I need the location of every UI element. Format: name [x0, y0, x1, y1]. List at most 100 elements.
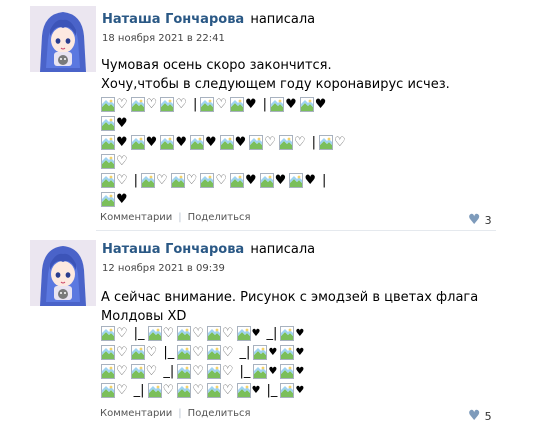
broken-image-icon — [141, 173, 156, 188]
like-button[interactable]: ♥ 5 — [468, 408, 492, 424]
action-verb: написала — [250, 242, 316, 257]
broken-image-icon — [206, 383, 221, 398]
white-heart-icon: ♡ — [116, 364, 128, 379]
white-heart-icon: ♡ — [145, 364, 158, 379]
broken-image-icon — [200, 97, 215, 112]
broken-image-icon — [101, 364, 115, 379]
broken-image-icon — [270, 97, 285, 112]
black-heart-icon: ♥ — [204, 135, 217, 150]
post-text: Чумовая осень скоро закончится. Хочу,что… — [101, 56, 450, 94]
share-link[interactable]: Поделиться — [188, 212, 251, 223]
broken-image-icon — [253, 345, 268, 360]
broken-image-icon — [280, 326, 295, 341]
white-heart-icon: ♡ — [116, 97, 128, 112]
white-heart-icon: ♡ — [145, 97, 158, 112]
post-date[interactable]: 18 ноября 2021 в 22:41 — [102, 33, 225, 44]
post-text-line: Чумовая осень скоро закончится. — [101, 58, 332, 73]
broken-image-icon — [318, 135, 333, 150]
broken-image-icon — [280, 383, 295, 398]
broken-image-icon — [230, 97, 245, 112]
like-button[interactable]: ♥ 3 — [468, 212, 492, 228]
broken-image-icon — [147, 326, 162, 341]
avatar-image — [30, 240, 96, 306]
broken-image-icon — [101, 345, 115, 360]
avatar[interactable] — [30, 240, 96, 306]
broken-image-icon — [206, 364, 221, 379]
broken-image-icon — [130, 364, 145, 379]
broken-image-icon — [101, 173, 115, 188]
black-heart-icon: ♥ — [175, 135, 187, 150]
broken-image-icon — [299, 97, 314, 112]
black-heart-icon: ♥ — [251, 385, 261, 396]
author-link[interactable]: Наташа Гончарова — [102, 12, 244, 27]
white-heart-icon: ♡ — [116, 383, 128, 398]
like-count: 5 — [484, 410, 492, 423]
broken-image-icon — [278, 135, 293, 150]
white-heart-icon: ♡ — [221, 364, 234, 379]
broken-image-icon — [101, 326, 115, 341]
broken-image-icon — [101, 383, 115, 398]
white-heart-icon: ♡ — [192, 326, 204, 341]
broken-image-icon — [280, 345, 295, 360]
post-text-line: Хочу,чтобы в следующем году коронавирус … — [101, 77, 450, 92]
author-link[interactable]: Наташа Гончарова — [102, 242, 244, 257]
white-heart-icon: ♡ — [333, 135, 346, 150]
broken-image-icon — [236, 326, 251, 341]
emoji-row: ♡ ♡ ♡ | ♡ ♥ | ♥ ♥ — [101, 95, 349, 114]
broken-image-icon — [206, 326, 221, 341]
separator-glyph: |_ — [133, 326, 145, 341]
post-date[interactable]: 12 ноября 2021 в 09:39 — [102, 263, 225, 274]
white-heart-icon: ♡ — [116, 345, 128, 360]
post-footer: Комментарии | Поделиться — [100, 212, 251, 223]
broken-image-icon — [130, 135, 145, 150]
black-heart-icon: ♥ — [251, 328, 261, 339]
like-heart-icon: ♥ — [468, 408, 481, 424]
white-heart-icon: ♡ — [175, 97, 187, 112]
black-heart-icon: ♥ — [295, 366, 305, 377]
black-heart-icon: ♥ — [274, 173, 287, 188]
black-heart-icon: ♥ — [234, 135, 247, 150]
broken-image-icon — [147, 383, 162, 398]
black-heart-icon: ♥ — [116, 135, 128, 150]
emoji-row: ♡ _| ♡ ♡ ♡ ♥ |_ ♥ — [101, 381, 307, 400]
white-heart-icon: ♡ — [116, 154, 128, 169]
broken-image-icon — [101, 135, 115, 150]
white-heart-icon: ♡ — [192, 383, 204, 398]
emoji-block: ♡ |_ ♡ ♡ ♡ ♥ _| ♥ ♡ ♡ |_ ♡ ♡ _| ♥ ♥ ♡ ♡ _| ♡ ♡ |_ ♥ ♥ ♡ _| ♡ ♡ ♡ ♥ |_ ♥ — [101, 324, 307, 400]
separator-glyph: _| — [163, 364, 175, 379]
avatar[interactable] — [30, 6, 96, 72]
like-heart-icon: ♥ — [468, 212, 481, 228]
comments-link[interactable]: Комментарии — [100, 212, 172, 223]
broken-image-icon — [160, 97, 175, 112]
broken-image-icon — [280, 364, 295, 379]
broken-image-icon — [289, 173, 304, 188]
white-heart-icon: ♡ — [162, 383, 175, 398]
black-heart-icon: ♥ — [268, 347, 278, 358]
white-heart-icon: ♡ — [215, 97, 228, 112]
white-heart-icon: ♡ — [145, 345, 158, 360]
white-heart-icon: ♡ — [116, 326, 128, 341]
white-heart-icon: ♡ — [293, 135, 306, 150]
emoji-row: ♡ ♡ |_ ♡ ♡ _| ♥ ♥ — [101, 343, 307, 362]
separator-glyph: | — [262, 97, 268, 112]
emoji-row: ♥ — [101, 114, 349, 133]
broken-image-icon — [230, 173, 245, 188]
black-heart-icon: ♥ — [295, 385, 305, 396]
white-heart-icon: ♡ — [215, 173, 228, 188]
black-heart-icon: ♥ — [145, 135, 158, 150]
black-heart-icon: ♥ — [304, 173, 316, 188]
post-footer: Комментарии | Поделиться — [100, 408, 251, 419]
broken-image-icon — [249, 135, 264, 150]
share-link[interactable]: Поделиться — [188, 408, 251, 419]
broken-image-icon — [259, 173, 274, 188]
separator-glyph: _| — [266, 326, 278, 341]
white-heart-icon: ♡ — [192, 345, 204, 360]
emoji-block: ♡ ♡ ♡ | ♡ ♥ | ♥ ♥ ♥ ♥ ♥ ♥ ♥ ♥ ♡ ♡ | ♡ ♡ ♡ | ♡ ♡ ♡ ♥ ♥ ♥ | ♥ — [101, 95, 349, 209]
emoji-row: ♡ — [101, 152, 349, 171]
comments-link[interactable]: Комментарии — [100, 408, 172, 419]
broken-image-icon — [177, 326, 192, 341]
post-text-line: А сейчас внимание. Рисунок с эмодзей в ц… — [101, 290, 479, 305]
emoji-row: ♥ — [101, 190, 349, 209]
broken-image-icon — [101, 154, 115, 169]
broken-image-icon — [189, 135, 204, 150]
